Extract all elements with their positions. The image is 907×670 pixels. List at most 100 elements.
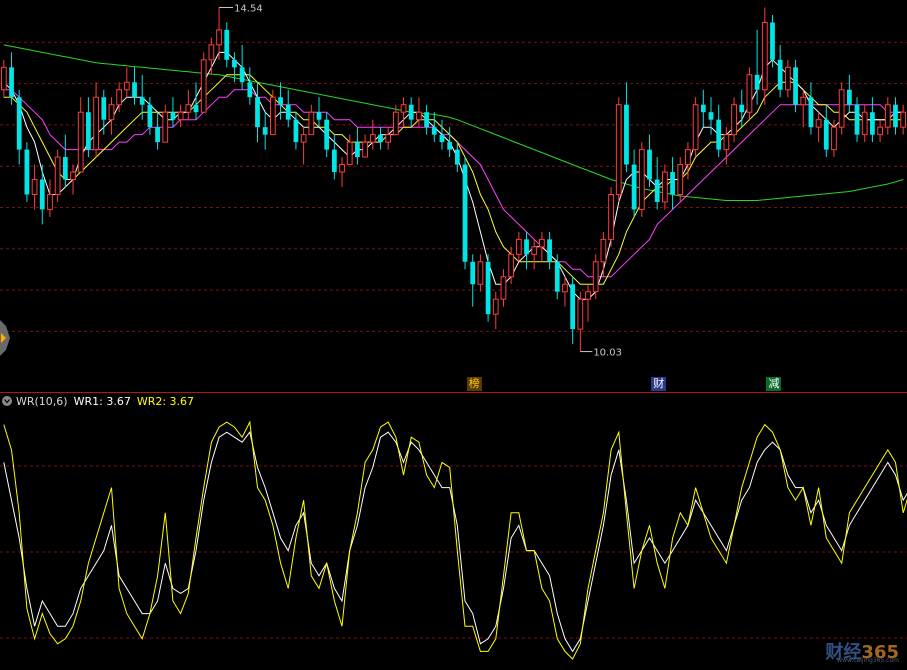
candle-down bbox=[454, 149, 460, 165]
candle-up bbox=[93, 96, 99, 151]
candle-down bbox=[355, 142, 360, 158]
candle-down bbox=[16, 97, 22, 150]
candle-down bbox=[624, 104, 629, 165]
candle-up bbox=[884, 104, 891, 128]
candle-up bbox=[108, 104, 115, 121]
candle-up bbox=[300, 134, 307, 143]
low-price-label: 10.03 bbox=[593, 348, 622, 359]
candle-down bbox=[854, 104, 860, 135]
candle-up bbox=[585, 291, 591, 300]
candle-down bbox=[447, 142, 453, 150]
candle-up bbox=[577, 298, 584, 330]
candle-down bbox=[647, 149, 652, 180]
candle-up bbox=[861, 111, 868, 136]
candle-down bbox=[554, 261, 560, 292]
left-scroll-handle[interactable] bbox=[0, 316, 10, 360]
candle-up bbox=[531, 246, 538, 255]
candle-down bbox=[62, 157, 68, 180]
candle-up bbox=[400, 104, 407, 113]
candle-up bbox=[615, 104, 622, 195]
candle-up bbox=[685, 149, 691, 166]
event-tag[interactable]: 榜 bbox=[466, 377, 482, 391]
candle-down bbox=[654, 179, 660, 202]
candle-down bbox=[777, 59, 783, 90]
wr2-value: WR2: 3.67 bbox=[136, 394, 195, 408]
candle-up bbox=[339, 164, 345, 173]
candle-down bbox=[870, 112, 875, 135]
candle-up bbox=[539, 238, 545, 248]
candle-down bbox=[570, 284, 576, 330]
candle-up bbox=[216, 29, 222, 46]
candle-up bbox=[346, 141, 353, 166]
candle-down bbox=[700, 104, 706, 113]
candle-up bbox=[477, 261, 484, 285]
candle-up bbox=[900, 111, 907, 128]
candle-up bbox=[185, 104, 192, 113]
candle-up bbox=[784, 66, 791, 91]
candle-up bbox=[416, 111, 422, 121]
candle-up bbox=[77, 111, 84, 173]
wr1-value: WR1: 3.67 bbox=[73, 394, 131, 408]
candle-down bbox=[293, 119, 299, 143]
candle-up bbox=[362, 141, 368, 158]
candle-up bbox=[162, 111, 169, 143]
candle-down bbox=[378, 134, 383, 143]
candle-up bbox=[492, 298, 499, 315]
candle-up bbox=[831, 126, 837, 151]
candle-down bbox=[547, 239, 552, 262]
candle-up bbox=[269, 96, 276, 136]
candle-down bbox=[324, 119, 330, 150]
candle-up bbox=[600, 238, 607, 263]
candle-up bbox=[592, 261, 599, 293]
candle-down bbox=[331, 149, 337, 173]
candle-up bbox=[0, 66, 7, 91]
candle-up bbox=[508, 253, 515, 278]
candle-down bbox=[408, 104, 414, 120]
candle-down bbox=[716, 119, 722, 150]
ma-white-line bbox=[3, 51, 904, 300]
candle-up bbox=[308, 111, 315, 136]
candle-up bbox=[877, 126, 883, 136]
candle-up bbox=[369, 134, 376, 143]
candle-up bbox=[70, 171, 76, 181]
event-tag[interactable]: 财 bbox=[651, 377, 667, 391]
candle-up bbox=[200, 59, 207, 113]
candle-down bbox=[278, 97, 283, 105]
candle-up bbox=[208, 44, 215, 61]
high-price-label: 14.54 bbox=[234, 3, 263, 14]
candle-down bbox=[739, 104, 745, 113]
candle-down bbox=[9, 67, 14, 98]
candle-up bbox=[123, 81, 130, 91]
candle-down bbox=[770, 22, 775, 60]
candle-down bbox=[239, 67, 245, 83]
candle-down bbox=[39, 179, 45, 210]
candle-down bbox=[262, 127, 268, 135]
candle-down bbox=[670, 172, 675, 195]
candle-down bbox=[139, 97, 145, 105]
candle-down bbox=[524, 239, 529, 255]
candle-down bbox=[846, 89, 852, 105]
candle-down bbox=[431, 127, 437, 135]
candle-up bbox=[677, 164, 684, 195]
candle-down bbox=[132, 82, 137, 98]
stock-chart: 14.54 10.03 WR(10,6) WR1: 3.67 WR2: 3.67 … bbox=[0, 0, 907, 670]
candle-down bbox=[24, 149, 30, 195]
wr1-line bbox=[3, 431, 907, 653]
candle-up bbox=[392, 111, 399, 136]
candle-down bbox=[232, 59, 237, 68]
wr-indicator-name[interactable]: WR(10,6) bbox=[16, 395, 68, 408]
event-tag[interactable]: 减 bbox=[766, 377, 782, 391]
collapse-icon[interactable] bbox=[2, 396, 12, 406]
candle-up bbox=[746, 74, 753, 113]
candle-up bbox=[54, 156, 61, 195]
candle-down bbox=[708, 112, 714, 120]
candle-up bbox=[638, 149, 645, 210]
kline-svg: 14.54 10.03 bbox=[0, 3, 907, 660]
candle-down bbox=[170, 112, 176, 120]
candle-down bbox=[470, 261, 476, 285]
candle-down bbox=[631, 164, 637, 210]
candle-down bbox=[101, 97, 107, 120]
candle-down bbox=[285, 104, 291, 120]
candle-up bbox=[385, 134, 392, 143]
candle-down bbox=[793, 67, 798, 105]
